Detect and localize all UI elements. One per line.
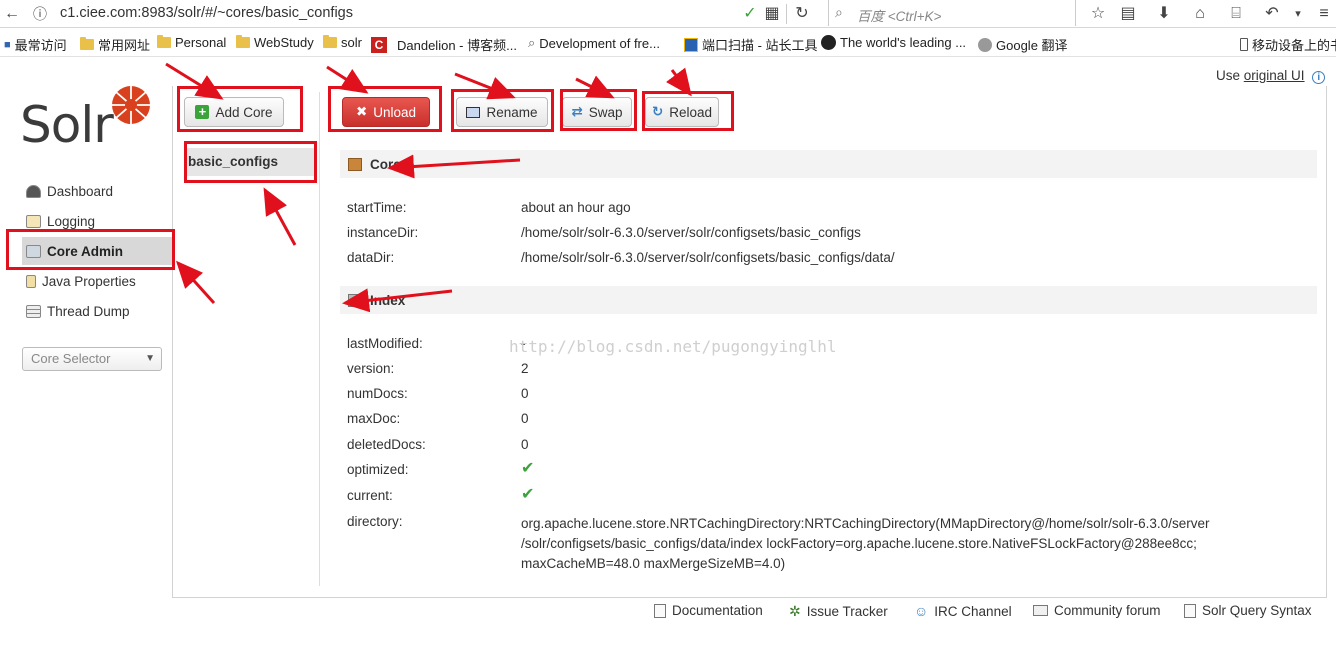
arrow-to-core-section	[387, 154, 521, 179]
arrow-to-core-list	[263, 187, 297, 246]
annotation-arrows	[165, 62, 692, 313]
arrow-to-rename	[454, 72, 516, 100]
arrow-to-unload	[326, 65, 369, 94]
arrow-to-core-admin	[175, 260, 216, 305]
arrow-to-add-core	[165, 62, 224, 100]
arrow-to-swap	[575, 75, 615, 99]
arrow-to-index-section	[342, 288, 453, 313]
arrow-to-reload	[666, 67, 692, 97]
